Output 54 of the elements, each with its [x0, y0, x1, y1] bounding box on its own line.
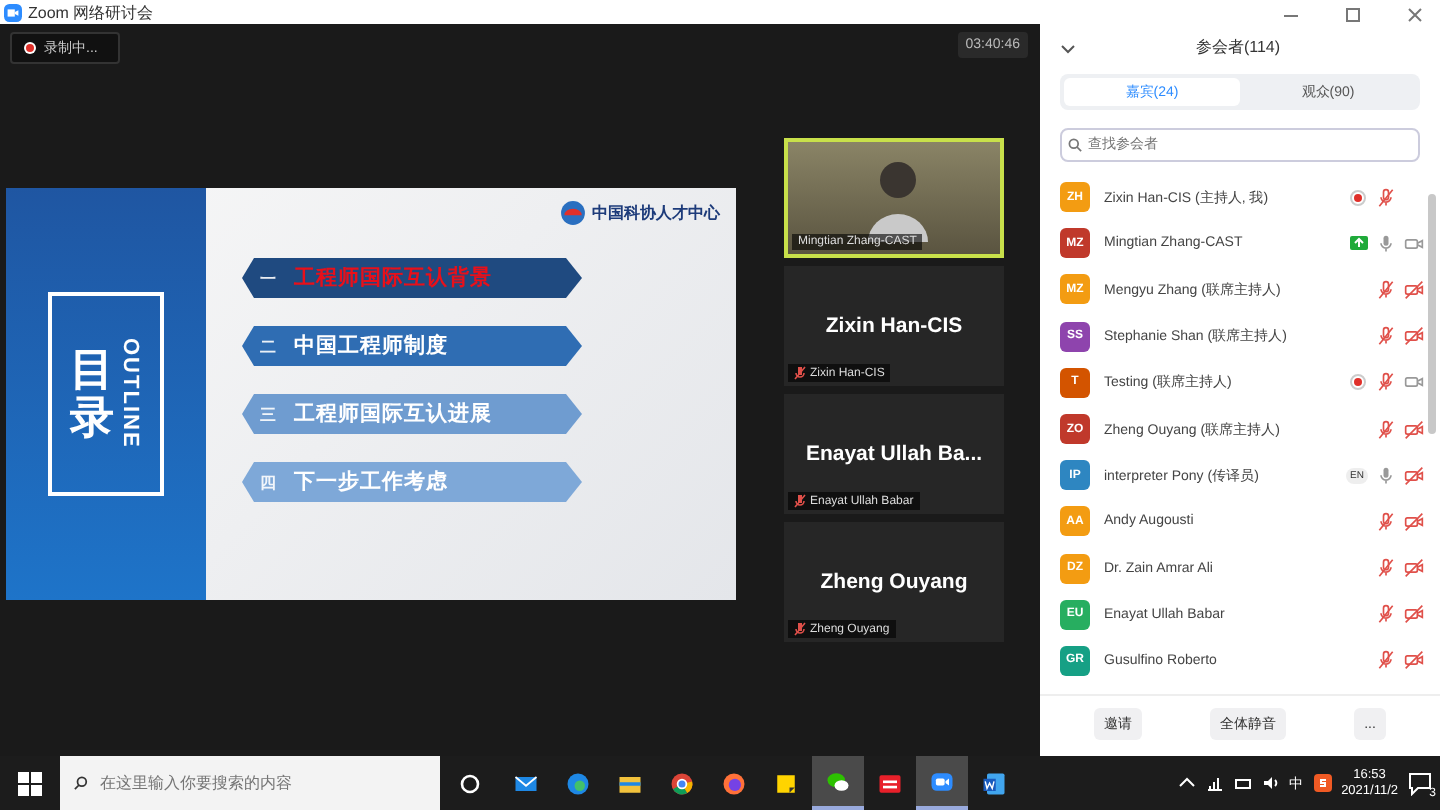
video-off-icon[interactable]: [1404, 279, 1424, 300]
outline-item: 二 中国工程师制度: [242, 326, 582, 366]
video-off-icon[interactable]: [1404, 511, 1424, 532]
muted-mic-icon: [794, 366, 806, 380]
mic-icon[interactable]: [1376, 233, 1396, 254]
battery-icon[interactable]: [1233, 774, 1252, 792]
chevron-up-icon[interactable]: [1177, 774, 1196, 792]
scrollbar[interactable]: [1428, 194, 1436, 434]
video-camera-icon[interactable]: [1404, 372, 1424, 393]
panel-title: 参会者(114): [1193, 36, 1283, 58]
muted-mic-icon[interactable]: [1376, 419, 1396, 440]
window-title: Zoom 网络研讨会: [28, 1, 154, 23]
slide-subtitle: OUTLINE: [118, 338, 142, 450]
muted-mic-icon[interactable]: [1376, 326, 1396, 347]
close-icon[interactable]: [1406, 6, 1424, 24]
video-camera-icon[interactable]: [1404, 233, 1424, 254]
muted-mic-icon[interactable]: [1376, 372, 1396, 393]
windows-start-icon[interactable]: [18, 771, 42, 795]
video-off-icon[interactable]: [1404, 465, 1424, 486]
chevron-down-icon[interactable]: [1060, 39, 1076, 55]
speaker-icon[interactable]: [1261, 774, 1280, 792]
muted-mic-icon[interactable]: [1376, 558, 1396, 579]
outline-item: 一 工程师国际互认背景: [242, 258, 582, 298]
participant-name: Zheng Ouyang: [820, 570, 968, 594]
record-icon: [24, 42, 36, 54]
video-off-icon[interactable]: [1404, 326, 1424, 347]
muted-mic-icon: [794, 494, 806, 508]
video-off-icon[interactable]: [1404, 650, 1424, 671]
muted-mic-icon[interactable]: [1376, 650, 1396, 671]
taskbar-app-icon[interactable]: [916, 756, 968, 810]
muted-mic-icon[interactable]: [1376, 604, 1396, 625]
participant-name: Enayat Ullah Ba...: [805, 442, 983, 466]
mic-icon[interactable]: [1376, 465, 1396, 486]
logo-text: 中国科协人才中心: [592, 202, 720, 224]
video-off-icon[interactable]: [1404, 604, 1424, 625]
network-icon[interactable]: [1205, 774, 1224, 792]
maximize-icon[interactable]: [1344, 6, 1362, 24]
muted-mic-icon: [794, 622, 806, 636]
taskbar-search-field[interactable]: 在这里输入你要搜索的内容: [60, 756, 440, 810]
muted-mic-icon[interactable]: [1376, 279, 1396, 300]
muted-mic-icon[interactable]: [1376, 187, 1396, 208]
search-icon: [1068, 138, 1082, 152]
slide-title: 目录: [70, 345, 114, 443]
video-off-icon[interactable]: [1404, 558, 1424, 579]
outline-item: 三 工程师国际互认进展: [242, 394, 582, 434]
muted-mic-icon[interactable]: [1376, 511, 1396, 532]
outline-item: 四 下一步工作考虑: [242, 462, 582, 502]
globe-logo-icon: [560, 200, 586, 226]
taskbar-app-icon[interactable]: [812, 756, 864, 810]
participant-name: Zixin Han-CIS: [825, 314, 963, 338]
search-icon: [74, 776, 88, 790]
sogou-s-icon[interactable]: [1313, 774, 1332, 792]
video-off-icon[interactable]: [1404, 419, 1424, 440]
circle-icon[interactable]: [460, 773, 480, 793]
